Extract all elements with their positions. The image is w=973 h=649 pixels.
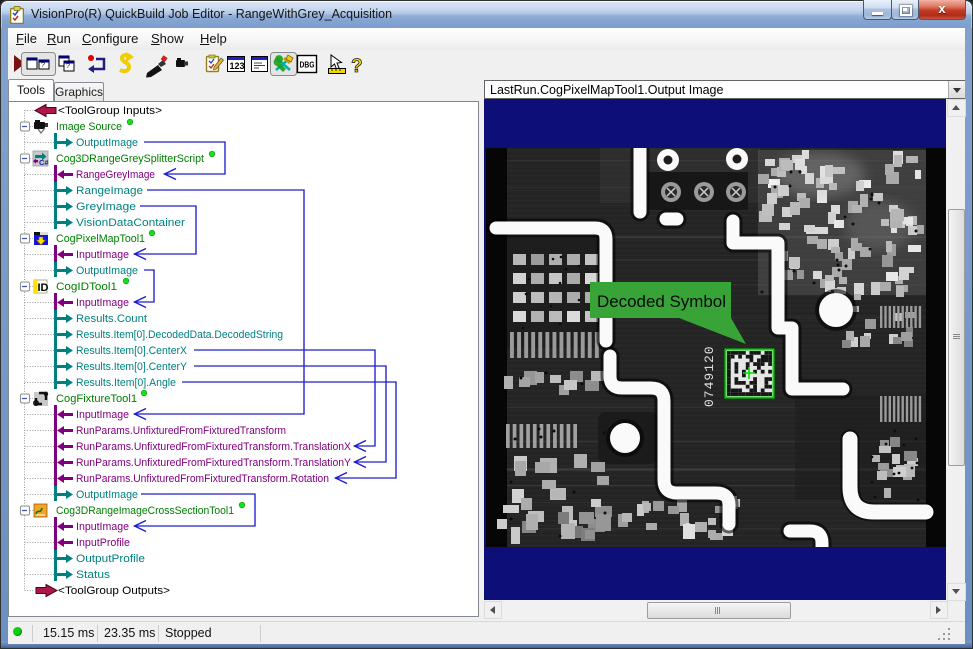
svg-text:?: ?: [66, 63, 70, 70]
svg-text:RunParams.UnfixturedFromFixtur: RunParams.UnfixturedFromFixturedTransfor…: [76, 441, 352, 453]
svg-text:Results.Item[0].CenterY: Results.Item[0].CenterY: [76, 361, 188, 373]
svg-text:Results.Count: Results.Count: [76, 313, 147, 325]
svg-text:GreyImage: GreyImage: [76, 201, 136, 213]
svg-text:DBG: DBG: [300, 60, 315, 70]
svg-text:C#: C#: [39, 158, 49, 167]
svg-text:?: ?: [41, 62, 45, 69]
svg-text:CogFixtureTool1: CogFixtureTool1: [56, 393, 137, 405]
svg-text:Decoded Symbol: Decoded Symbol: [597, 292, 726, 311]
svg-text:Image Source: Image Source: [56, 121, 122, 133]
svg-text:OutputImage: OutputImage: [76, 265, 138, 277]
svg-text:RunParams.UnfixturedFromFixtur: RunParams.UnfixturedFromFixturedTransfor…: [76, 425, 286, 437]
svg-text:RangeGreyImage: RangeGreyImage: [76, 169, 155, 181]
svg-text:<ToolGroup Inputs>: <ToolGroup Inputs>: [58, 105, 162, 117]
svg-text:RangeImage: RangeImage: [76, 185, 143, 197]
svg-text:VisionDataContainer: VisionDataContainer: [76, 217, 185, 229]
svg-text:ID: ID: [38, 282, 49, 294]
svg-text:Status: Status: [76, 569, 111, 581]
svg-text:?: ?: [351, 56, 363, 77]
svg-text:0749120: 0749120: [702, 345, 717, 407]
svg-text:CogIDTool1: CogIDTool1: [56, 281, 117, 293]
svg-text:RunParams.UnfixturedFromFixtur: RunParams.UnfixturedFromFixturedTransfor…: [76, 457, 352, 469]
svg-text:123: 123: [230, 61, 245, 71]
svg-text:CogPixelMapTool1: CogPixelMapTool1: [56, 233, 145, 245]
svg-text:OutputImage: OutputImage: [76, 489, 138, 501]
svg-text:InputProfile: InputProfile: [76, 537, 130, 549]
svg-text:Results.Item[0].Angle: Results.Item[0].Angle: [76, 377, 176, 389]
svg-text:InputImage: InputImage: [76, 409, 129, 421]
svg-text:Results.Item[0].DecodedData.De: Results.Item[0].DecodedData.DecodedStrin…: [76, 329, 283, 341]
svg-text:OutputImage: OutputImage: [76, 137, 138, 149]
svg-text:Cog3DRangeImageCrossSectionToo: Cog3DRangeImageCrossSectionTool1: [56, 505, 234, 517]
svg-text:RunParams.UnfixturedFromFixtur: RunParams.UnfixturedFromFixturedTransfor…: [76, 473, 329, 485]
svg-text:InputImage: InputImage: [76, 521, 129, 533]
svg-text:Cog3DRangeGreySplitterScript: Cog3DRangeGreySplitterScript: [56, 153, 204, 165]
svg-text:<ToolGroup Outputs>: <ToolGroup Outputs>: [58, 585, 170, 597]
svg-text:OutputProfile: OutputProfile: [76, 553, 145, 565]
svg-text:InputImage: InputImage: [76, 249, 129, 261]
svg-text:Results.Item[0].CenterX: Results.Item[0].CenterX: [76, 345, 188, 357]
svg-text:InputImage: InputImage: [76, 297, 129, 309]
